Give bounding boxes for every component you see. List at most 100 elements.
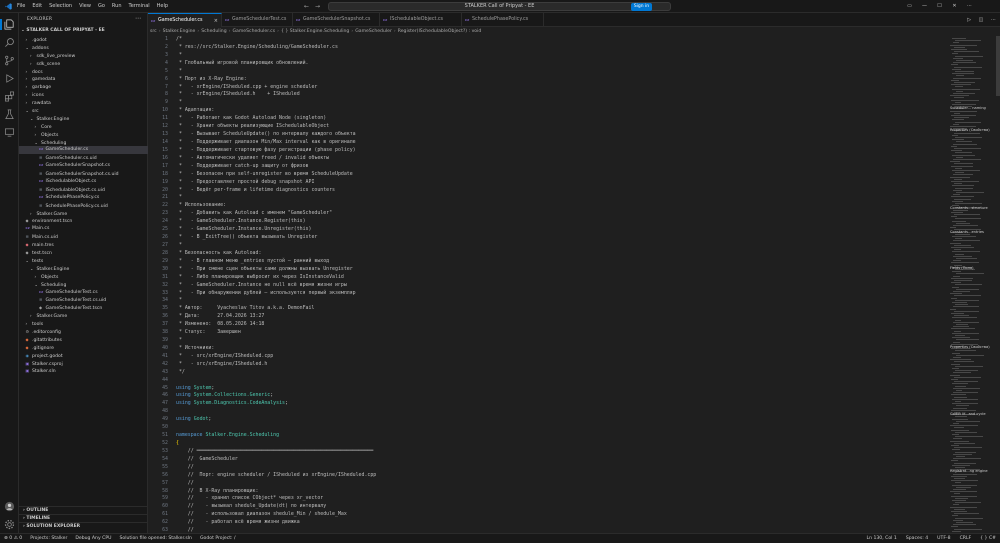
tab-gameschedulertest-cs[interactable]: C# GameSchedulerTest.cs [222, 13, 293, 27]
file-item[interactable]: ≡ ISchedulableObject.cs.uid [19, 186, 148, 194]
more-actions-icon[interactable]: ⋯ [135, 15, 141, 22]
file-item[interactable]: ⚙ .editorconfig [19, 328, 148, 336]
status-item[interactable]: Debug Any CPU [75, 536, 111, 541]
maximize-icon[interactable]: ☐ [932, 0, 947, 13]
file-item[interactable]: ◆ main.tres [19, 241, 148, 249]
file-item[interactable]: C# GameScheduler.cs [19, 146, 148, 155]
forward-arrow-icon[interactable]: → [315, 3, 320, 10]
code-line[interactable]: * Безопасность как Autoload: [176, 250, 936, 258]
code-line[interactable]: * - Ведёт per-frame и lifetime diagnosti… [176, 187, 936, 195]
code-line[interactable]: * [176, 297, 936, 305]
status-item[interactable]: ⊗ 0 ⚠ 0 [4, 536, 22, 541]
file-item[interactable]: ≡ GameSchedulerSnapshot.cs.uid [19, 170, 148, 178]
code-line[interactable]: * - В _ExitTree() объекта вызывать Unreg… [176, 234, 936, 242]
code-line[interactable]: { [176, 440, 936, 448]
code-line[interactable]: * - GameScheduler.Instance не null всё в… [176, 282, 936, 290]
code-line[interactable]: * Автор: Vyacheslav Titov a.k.a. DemonFa… [176, 305, 936, 313]
folder-item[interactable]: ⌄ addons [19, 44, 148, 52]
code-line[interactable]: // - хранил список CObject* через xr_vec… [176, 495, 936, 503]
code-line[interactable]: // [176, 464, 936, 472]
sign-in-button[interactable]: Sign in [631, 3, 652, 11]
account-icon[interactable] [4, 501, 15, 512]
breadcrumb-item[interactable]: { } Stalker.Engine.Scheduling [281, 29, 349, 34]
folder-item[interactable]: ⌄ Scheduling [19, 281, 148, 289]
status-item[interactable]: Projects: Stalker [30, 536, 67, 541]
tab-schedulephasepolicy-cs[interactable]: C# SchedulePhasePolicy.cs [462, 13, 544, 27]
more-icon[interactable]: ⋯ [991, 17, 996, 23]
code-line[interactable]: * Глобальный игровой планировщик обновле… [176, 60, 936, 68]
code-line[interactable] [176, 408, 936, 416]
file-item[interactable]: ≡ GameSchedulerTest.cs.uid [19, 296, 148, 304]
file-item[interactable]: ≡ GameScheduler.cs.uid [19, 154, 148, 162]
code-line[interactable]: /* [176, 36, 936, 44]
run-debug-icon[interactable] [4, 73, 15, 84]
project-root[interactable]: ⌄ STALKER CALL OF PRIPYAT - EE [21, 27, 148, 35]
explorer-icon[interactable] [0, 19, 15, 30]
code-line[interactable]: * Статус: Завершен [176, 329, 936, 337]
code-line[interactable]: * - Добавить как Autoload с именем "Game… [176, 210, 936, 218]
folder-item[interactable]: ⌄ tests [19, 257, 148, 265]
code-line[interactable]: // GameScheduler [176, 456, 936, 464]
code-line[interactable]: * - Вызывает ScheduleUpdate() по интерва… [176, 131, 936, 139]
close-window-icon[interactable]: ✕ [947, 0, 962, 13]
file-item[interactable]: ◆ test.tscn [19, 249, 148, 257]
code-line[interactable]: * - src/xrEngine/ISheduled.h [176, 361, 936, 369]
menu-item-run[interactable]: Run [112, 0, 122, 13]
code-line[interactable]: * - При обнаружении дублей — используетс… [176, 290, 936, 298]
status-item[interactable]: Spaces: 4 [906, 536, 928, 541]
menu-item-selection[interactable]: Selection [49, 0, 72, 13]
file-item[interactable]: ◆ .gitignore [19, 344, 148, 352]
code-line[interactable]: * - Безопасен при self-unregister во вре… [176, 171, 936, 179]
folder-item[interactable]: › icons [19, 91, 148, 99]
code-line[interactable]: namespace Stalker.Engine.Scheduling [176, 432, 936, 440]
folder-item[interactable]: › gamedata [19, 75, 148, 83]
folder-item[interactable]: › sdk_live_preview [19, 52, 148, 60]
section-outline[interactable]: › OUTLINE [19, 506, 148, 514]
file-item[interactable]: ◉ project.godot [19, 352, 148, 360]
code-line[interactable]: * - xrEngine/ISheduled.h + ISheduled [176, 91, 936, 99]
file-item[interactable]: ▣ Stalker.sln [19, 367, 148, 375]
search-icon[interactable] [4, 37, 15, 48]
code-line[interactable]: * - xrEngine/ISheduled.cpp + engine sche… [176, 84, 936, 92]
status-item[interactable]: { } C# [980, 536, 996, 541]
folder-item[interactable]: › .godot [19, 36, 148, 44]
code-line[interactable]: // Порт: engine scheduler / ISheduled из… [176, 472, 936, 480]
code-line[interactable]: * Изменено: 08.05.2026 14:18 [176, 321, 936, 329]
code-line[interactable]: * - GameScheduler.Instance.Register(this… [176, 218, 936, 226]
code-line[interactable]: * [176, 52, 936, 60]
menu-item-go[interactable]: Go [98, 0, 105, 13]
menu-item-file[interactable]: File [17, 0, 25, 13]
file-item[interactable]: C# Main.cs [19, 225, 148, 233]
file-item[interactable]: ≡ Main.cs.uid [19, 233, 148, 241]
folder-item[interactable]: › rawdata [19, 99, 148, 107]
file-item[interactable]: ◆ .gitattributes [19, 336, 148, 344]
breadcrumb-item[interactable]: src [150, 29, 157, 34]
code-line[interactable]: // - вызывал shedule_Update(dt) по интер… [176, 503, 936, 511]
code-line[interactable]: */ [176, 369, 936, 377]
code-line[interactable]: * Дата: 27.04.2026 13:27 [176, 313, 936, 321]
minimize-icon[interactable]: — [917, 0, 932, 13]
code-line[interactable]: * - Автоматически удаляет freed / invali… [176, 155, 936, 163]
folder-item[interactable]: › Objects [19, 131, 148, 139]
code-line[interactable]: // [176, 480, 936, 488]
code-line[interactable]: // В X-Ray планировщик: [176, 488, 936, 496]
folder-item[interactable]: › Objects [19, 273, 148, 281]
file-item[interactable]: C# GameSchedulerTest.cs [19, 289, 148, 297]
folder-item[interactable]: › garbage [19, 83, 148, 91]
testing-icon[interactable] [4, 109, 15, 120]
close-icon[interactable]: × [214, 14, 218, 28]
folder-item[interactable]: ⌄ Stalker.Engine [19, 265, 148, 273]
source-control-icon[interactable] [4, 55, 15, 66]
tab-gamescheduler-cs[interactable]: C# GameScheduler.cs × [148, 13, 222, 27]
code-line[interactable]: using System.Diagnostics.CodeAnalysis; [176, 400, 936, 408]
layout-icon[interactable]: ▭ [902, 0, 917, 13]
file-item[interactable]: ≡ SchedulePhasePolicy.cs.uid [19, 202, 148, 210]
folder-item[interactable]: › sdk_scene [19, 60, 148, 68]
manage-gear-icon[interactable] [4, 519, 15, 530]
file-item[interactable]: C# SchedulePhasePolicy.cs [19, 194, 148, 202]
status-item[interactable]: Solution file opened: Stalker.sln [119, 536, 191, 541]
code-line[interactable] [176, 424, 936, 432]
menu-item-view[interactable]: View [79, 0, 91, 13]
remote-explorer-icon[interactable] [4, 127, 15, 138]
folder-item[interactable]: › Core [19, 123, 148, 131]
